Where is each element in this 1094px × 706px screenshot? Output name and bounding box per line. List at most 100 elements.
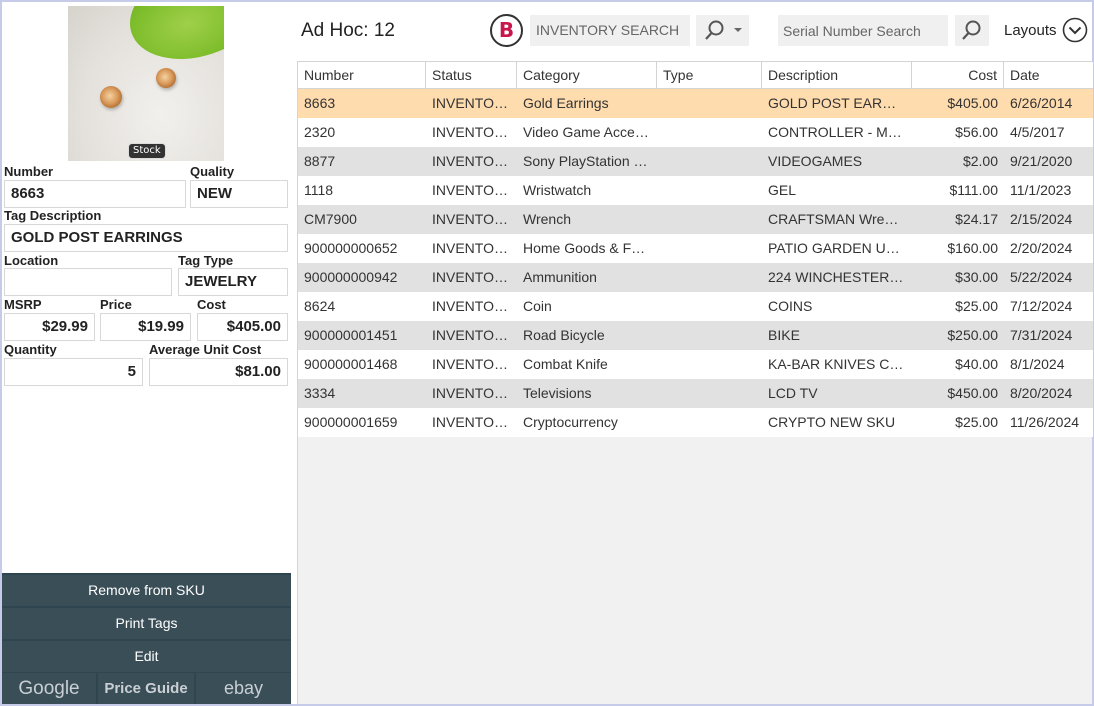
quality-field[interactable]: NEW bbox=[190, 180, 288, 208]
cell-number: 3334 bbox=[304, 385, 336, 401]
cell-status: INVENTORY bbox=[432, 385, 514, 401]
cell-category: Sony PlayStation Games bbox=[523, 153, 657, 169]
cell-cost: $2.00 bbox=[962, 153, 998, 169]
tag-type-label: Tag Type bbox=[178, 253, 234, 268]
item-photo[interactable]: Stock bbox=[68, 6, 224, 161]
location-field[interactable] bbox=[4, 268, 172, 296]
ad-hoc-count: Ad Hoc: 12 bbox=[301, 20, 395, 41]
chevron-down-circle-icon[interactable] bbox=[1062, 17, 1088, 43]
cell-date: 11/1/2023 bbox=[1010, 182, 1072, 198]
cell-status: INVENTORY bbox=[432, 182, 514, 198]
table-header: Number Status Category Type Description … bbox=[298, 62, 1093, 89]
table-row-selected[interactable]: 8663 INVENTORY Gold Earrings GOLD POST EARR… bbox=[298, 89, 1093, 118]
column-header-status[interactable]: Status bbox=[426, 62, 517, 89]
cell-category: Coin bbox=[523, 298, 552, 314]
average-unit-cost-field[interactable]: $81.00 bbox=[149, 358, 288, 386]
column-header-description[interactable]: Description bbox=[762, 62, 912, 89]
table-row[interactable]: 1118 INVENTORY Wristwatch GEL $111.00 11/1/20… bbox=[298, 176, 1093, 205]
leaf-graphic bbox=[117, 6, 224, 76]
price-guide-button[interactable]: Price Guide bbox=[98, 673, 194, 704]
table-row[interactable]: 900000001451 INVENTORY Road Bicycle BIKE $25… bbox=[298, 321, 1093, 350]
cell-category: Combat Knife bbox=[523, 356, 608, 372]
column-header-category[interactable]: Category bbox=[517, 62, 657, 89]
cell-type bbox=[657, 176, 762, 205]
cell-date: 2/15/2024 bbox=[1010, 211, 1073, 227]
cell-cost: $24.17 bbox=[955, 211, 998, 227]
price-label: Price bbox=[100, 297, 132, 312]
column-header-type[interactable]: Type bbox=[657, 62, 762, 89]
cell-date: 11/26/2024 bbox=[1010, 414, 1080, 430]
inventory-table: Number Status Category Type Description … bbox=[297, 61, 1093, 704]
price-field[interactable]: $19.99 bbox=[100, 313, 191, 341]
cell-date: 8/20/2024 bbox=[1010, 385, 1073, 401]
cell-date: 8/1/2024 bbox=[1010, 356, 1065, 372]
cell-status: INVENTORY bbox=[432, 240, 514, 256]
number-label: Number bbox=[4, 164, 54, 179]
column-header-number[interactable]: Number bbox=[298, 62, 426, 89]
cell-status: INVENTORY bbox=[432, 269, 514, 285]
table-row[interactable]: 900000001659 INVENTORY Cryptocurrency CRYPT… bbox=[298, 408, 1093, 437]
cell-cost: $56.00 bbox=[955, 124, 998, 140]
cell-description: KA-BAR KNIVES Combat bbox=[768, 356, 912, 372]
cell-status: INVENTORY bbox=[432, 124, 514, 140]
tag-type-field[interactable]: JEWELRY bbox=[178, 268, 288, 296]
cell-cost: $405.00 bbox=[947, 95, 998, 111]
earring-graphic bbox=[156, 68, 176, 88]
serial-number-search-input[interactable] bbox=[778, 15, 948, 46]
cell-date: 5/22/2024 bbox=[1010, 269, 1073, 285]
brand-logo-icon[interactable]: B bbox=[490, 14, 523, 47]
ebay-search-button[interactable]: ebay bbox=[196, 673, 291, 704]
table-row[interactable]: 900000000942 INVENTORY Ammunition 224 WINCH… bbox=[298, 263, 1093, 292]
table-row[interactable]: 900000000652 INVENTORY Home Goods & Furnit… bbox=[298, 234, 1093, 263]
cell-description: LCD TV bbox=[768, 385, 818, 401]
number-field[interactable]: 8663 bbox=[4, 180, 186, 208]
google-search-button[interactable]: Google bbox=[2, 673, 96, 704]
print-tags-button[interactable]: Print Tags bbox=[2, 608, 291, 639]
table-row[interactable]: CM7900 INVENTORY Wrench CRAFTSMAN Wrench Se… bbox=[298, 205, 1093, 234]
cell-description: CRAFTSMAN Wrench Set bbox=[768, 211, 912, 227]
cell-number: 900000001659 bbox=[304, 414, 398, 430]
cell-type bbox=[657, 263, 762, 292]
cell-description: VIDEOGAMES bbox=[768, 153, 863, 169]
msrp-label: MSRP bbox=[4, 297, 42, 312]
cell-number: 8624 bbox=[304, 298, 336, 314]
chevron-down-icon bbox=[734, 28, 742, 32]
cell-status: INVENTORY bbox=[432, 414, 514, 430]
table-row[interactable]: 8877 INVENTORY Sony PlayStation Games VIDEO… bbox=[298, 147, 1093, 176]
msrp-field[interactable]: $29.99 bbox=[4, 313, 95, 341]
table-row[interactable]: 900000001468 INVENTORY Combat Knife KA-BAR … bbox=[298, 350, 1093, 379]
cost-label: Cost bbox=[197, 297, 226, 312]
cell-date: 7/12/2024 bbox=[1010, 298, 1073, 314]
table-row[interactable]: 2320 INVENTORY Video Game Accessories CONTR… bbox=[298, 118, 1093, 147]
cell-status: INVENTORY bbox=[432, 153, 514, 169]
cell-status: INVENTORY bbox=[432, 298, 514, 314]
cell-category: Wrench bbox=[523, 211, 571, 227]
tag-description-field[interactable]: GOLD POST EARRINGS bbox=[4, 224, 288, 252]
cell-number: 900000000652 bbox=[304, 240, 398, 256]
cell-cost: $25.00 bbox=[955, 298, 998, 314]
serial-search-button[interactable] bbox=[955, 15, 989, 46]
cell-category: Gold Earrings bbox=[523, 95, 609, 111]
earring-graphic bbox=[100, 86, 122, 108]
column-header-cost[interactable]: Cost bbox=[912, 62, 1004, 89]
cell-description: CONTROLLER - MONTEREY bbox=[768, 124, 912, 140]
cell-date: 4/5/2017 bbox=[1010, 124, 1065, 140]
table-row[interactable]: 8624 INVENTORY Coin COINS $25.00 7/12/2024 bbox=[298, 292, 1093, 321]
cell-cost: $40.00 bbox=[955, 356, 998, 372]
layouts-label[interactable]: Layouts bbox=[1004, 22, 1057, 39]
cell-cost: $160.00 bbox=[947, 240, 998, 256]
cell-type bbox=[657, 89, 762, 118]
cost-field[interactable]: $405.00 bbox=[197, 313, 288, 341]
column-header-date[interactable]: Date bbox=[1004, 62, 1093, 89]
cell-type bbox=[657, 147, 762, 176]
inventory-search-input[interactable] bbox=[530, 15, 690, 46]
cell-category: Cryptocurrency bbox=[523, 414, 618, 430]
cell-type bbox=[657, 292, 762, 321]
quantity-field[interactable]: 5 bbox=[4, 358, 143, 386]
inventory-search-button[interactable] bbox=[696, 15, 749, 46]
cell-status: INVENTORY bbox=[432, 211, 514, 227]
edit-button[interactable]: Edit bbox=[2, 641, 291, 672]
table-row[interactable]: 3334 INVENTORY Televisions LCD TV $450.00 8/2… bbox=[298, 379, 1093, 408]
cell-date: 2/20/2024 bbox=[1010, 240, 1073, 256]
remove-from-sku-button[interactable]: Remove from SKU bbox=[2, 575, 291, 606]
